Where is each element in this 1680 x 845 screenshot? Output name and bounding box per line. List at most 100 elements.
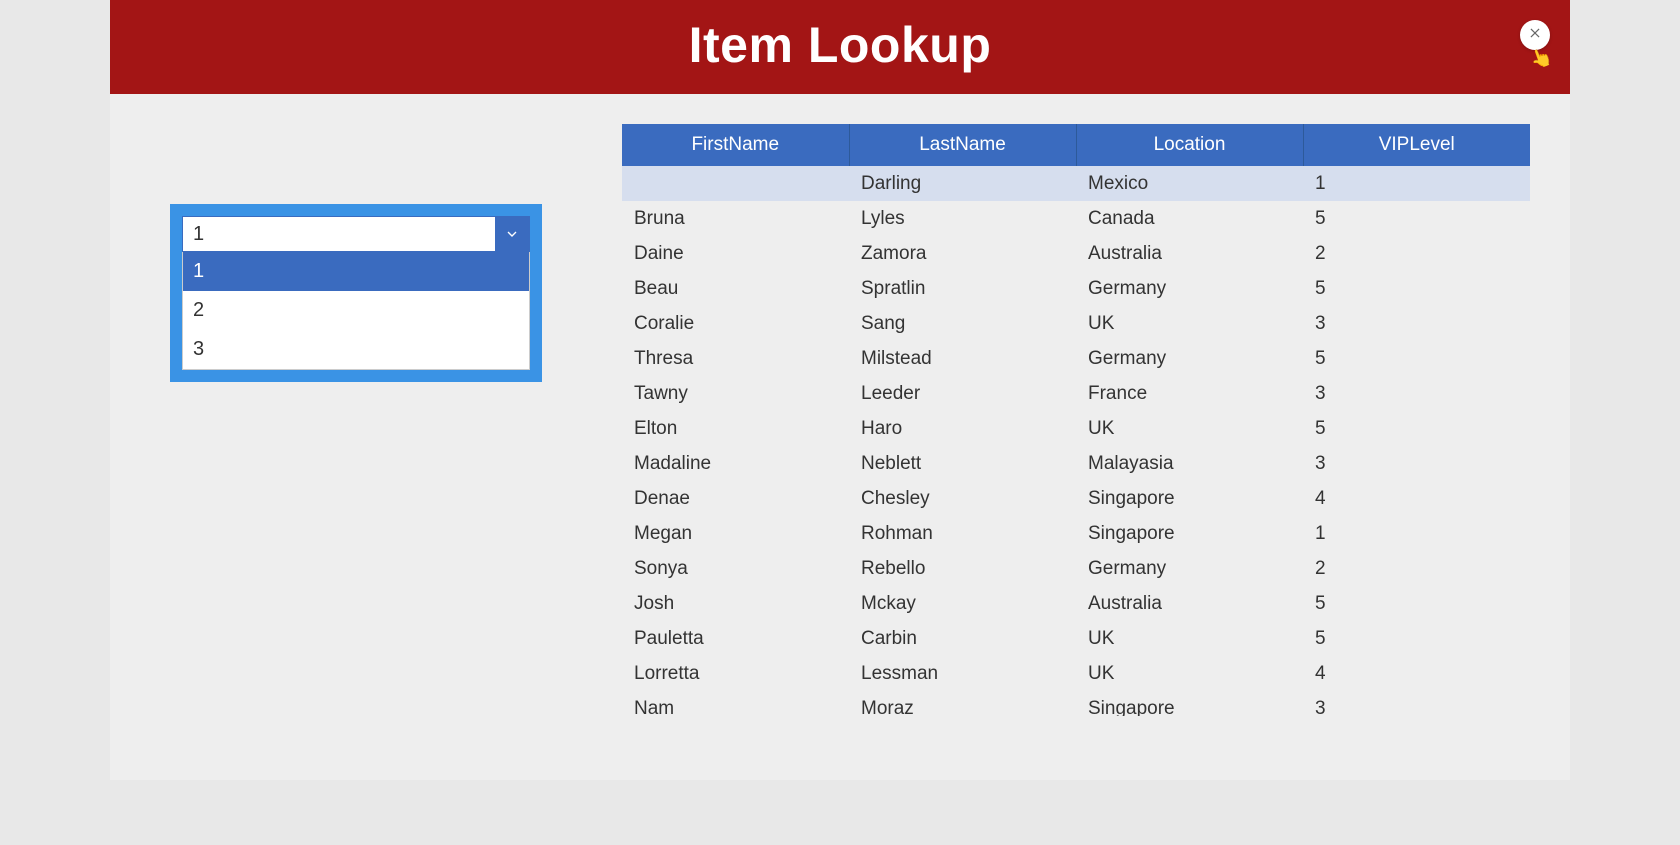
table-row[interactable]: ThresaMilsteadGermany5 bbox=[622, 341, 1530, 376]
dropdown-select[interactable]: 1 123 bbox=[182, 216, 530, 370]
table-row[interactable]: LorrettaLessmanUK4 bbox=[622, 656, 1530, 691]
table-cell: Malayasia bbox=[1076, 446, 1303, 481]
table-cell: 2 bbox=[1303, 551, 1530, 586]
dropdown-option[interactable]: 3 bbox=[183, 330, 529, 369]
table-panel: FirstNameLastNameLocationVIPLevel Darlin… bbox=[622, 124, 1530, 716]
table-row[interactable]: BeauSpratlinGermany5 bbox=[622, 271, 1530, 306]
table-cell: Zamora bbox=[849, 236, 1076, 271]
dropdown-panel: 1 123 bbox=[170, 204, 542, 382]
table-cell: Mexico bbox=[1076, 166, 1303, 201]
table-cell: Moraz bbox=[849, 691, 1076, 716]
table-cell: Denae bbox=[622, 481, 849, 516]
table-cell bbox=[622, 166, 849, 201]
table-cell: Nam bbox=[622, 691, 849, 716]
popup-header: Item Lookup bbox=[110, 0, 1570, 94]
table-cell: 3 bbox=[1303, 691, 1530, 716]
column-header[interactable]: FirstName bbox=[622, 124, 849, 166]
table-row[interactable]: JoshMckayAustralia5 bbox=[622, 586, 1530, 621]
dropdown-option[interactable]: 1 bbox=[183, 252, 529, 291]
column-header[interactable]: LastName bbox=[849, 124, 1076, 166]
table-cell: Pauletta bbox=[622, 621, 849, 656]
table-cell: Daine bbox=[622, 236, 849, 271]
table-cell: Canada bbox=[1076, 201, 1303, 236]
dropdown-control[interactable]: 1 bbox=[182, 216, 530, 252]
table-cell: 5 bbox=[1303, 201, 1530, 236]
table-cell: Leeder bbox=[849, 376, 1076, 411]
table-row[interactable]: MadalineNeblettMalayasia3 bbox=[622, 446, 1530, 481]
table-cell: Milstead bbox=[849, 341, 1076, 376]
table-cell: 5 bbox=[1303, 621, 1530, 656]
table-cell: 1 bbox=[1303, 166, 1530, 201]
table-cell: Germany bbox=[1076, 341, 1303, 376]
table-row[interactable]: MeganRohmanSingapore1 bbox=[622, 516, 1530, 551]
dropdown-option[interactable]: 2 bbox=[183, 291, 529, 330]
table-cell: Darling bbox=[849, 166, 1076, 201]
table-row[interactable]: SonyaRebelloGermany2 bbox=[622, 551, 1530, 586]
table-cell: 5 bbox=[1303, 271, 1530, 306]
table-cell: Josh bbox=[622, 586, 849, 621]
column-header[interactable]: VIPLevel bbox=[1303, 124, 1530, 166]
close-icon bbox=[1528, 26, 1542, 45]
table-row[interactable]: PaulettaCarbinUK5 bbox=[622, 621, 1530, 656]
table-cell: Spratlin bbox=[849, 271, 1076, 306]
table-cell: UK bbox=[1076, 411, 1303, 446]
table-cell: Sang bbox=[849, 306, 1076, 341]
table-row[interactable]: TawnyLeederFrance3 bbox=[622, 376, 1530, 411]
table-cell: Singapore bbox=[1076, 481, 1303, 516]
table-cell: Lessman bbox=[849, 656, 1076, 691]
table-cell: Elton bbox=[622, 411, 849, 446]
page-title: Item Lookup bbox=[110, 16, 1570, 74]
table-scroll-area[interactable]: DarlingMexico1BrunaLylesCanada5DaineZamo… bbox=[622, 166, 1530, 716]
table-cell: Rohman bbox=[849, 516, 1076, 551]
table-cell: 5 bbox=[1303, 341, 1530, 376]
table-cell: Thresa bbox=[622, 341, 849, 376]
table-row[interactable]: DarlingMexico1 bbox=[622, 166, 1530, 201]
table-cell: Megan bbox=[622, 516, 849, 551]
table-cell: Lyles bbox=[849, 201, 1076, 236]
table-cell: 5 bbox=[1303, 411, 1530, 446]
table-cell: Singapore bbox=[1076, 691, 1303, 716]
chevron-down-icon[interactable] bbox=[495, 217, 529, 251]
data-table-body: DarlingMexico1BrunaLylesCanada5DaineZamo… bbox=[622, 166, 1530, 716]
table-cell: Beau bbox=[622, 271, 849, 306]
table-cell: Sonya bbox=[622, 551, 849, 586]
table-row[interactable]: DenaeChesleySingapore4 bbox=[622, 481, 1530, 516]
table-cell: 4 bbox=[1303, 481, 1530, 516]
table-row[interactable]: EltonHaroUK5 bbox=[622, 411, 1530, 446]
table-row[interactable]: CoralieSangUK3 bbox=[622, 306, 1530, 341]
table-row[interactable]: DaineZamoraAustralia2 bbox=[622, 236, 1530, 271]
table-cell: 4 bbox=[1303, 656, 1530, 691]
table-cell: UK bbox=[1076, 656, 1303, 691]
table-cell: Mckay bbox=[849, 586, 1076, 621]
table-cell: France bbox=[1076, 376, 1303, 411]
table-cell: UK bbox=[1076, 621, 1303, 656]
dropdown-list: 123 bbox=[182, 252, 530, 370]
table-cell: Germany bbox=[1076, 271, 1303, 306]
table-cell: Lorretta bbox=[622, 656, 849, 691]
table-cell: Haro bbox=[849, 411, 1076, 446]
table-cell: Singapore bbox=[1076, 516, 1303, 551]
table-cell: 1 bbox=[1303, 516, 1530, 551]
column-header[interactable]: Location bbox=[1076, 124, 1303, 166]
item-lookup-popup: Item Lookup 1 123 bbox=[110, 0, 1570, 780]
table-cell: Tawny bbox=[622, 376, 849, 411]
close-button[interactable] bbox=[1520, 20, 1550, 50]
table-cell: 3 bbox=[1303, 306, 1530, 341]
table-cell: Carbin bbox=[849, 621, 1076, 656]
table-cell: Madaline bbox=[622, 446, 849, 481]
table-cell: Rebello bbox=[849, 551, 1076, 586]
data-table-header: FirstNameLastNameLocationVIPLevel bbox=[622, 124, 1530, 166]
table-cell: 2 bbox=[1303, 236, 1530, 271]
table-cell: Australia bbox=[1076, 236, 1303, 271]
table-cell: Coralie bbox=[622, 306, 849, 341]
table-cell: Neblett bbox=[849, 446, 1076, 481]
table-row[interactable]: BrunaLylesCanada5 bbox=[622, 201, 1530, 236]
dropdown-selected-value: 1 bbox=[183, 217, 495, 251]
table-cell: 3 bbox=[1303, 446, 1530, 481]
table-cell: Bruna bbox=[622, 201, 849, 236]
table-cell: 3 bbox=[1303, 376, 1530, 411]
table-row[interactable]: NamMorazSingapore3 bbox=[622, 691, 1530, 716]
table-cell: Chesley bbox=[849, 481, 1076, 516]
table-cell: 5 bbox=[1303, 586, 1530, 621]
table-cell: UK bbox=[1076, 306, 1303, 341]
